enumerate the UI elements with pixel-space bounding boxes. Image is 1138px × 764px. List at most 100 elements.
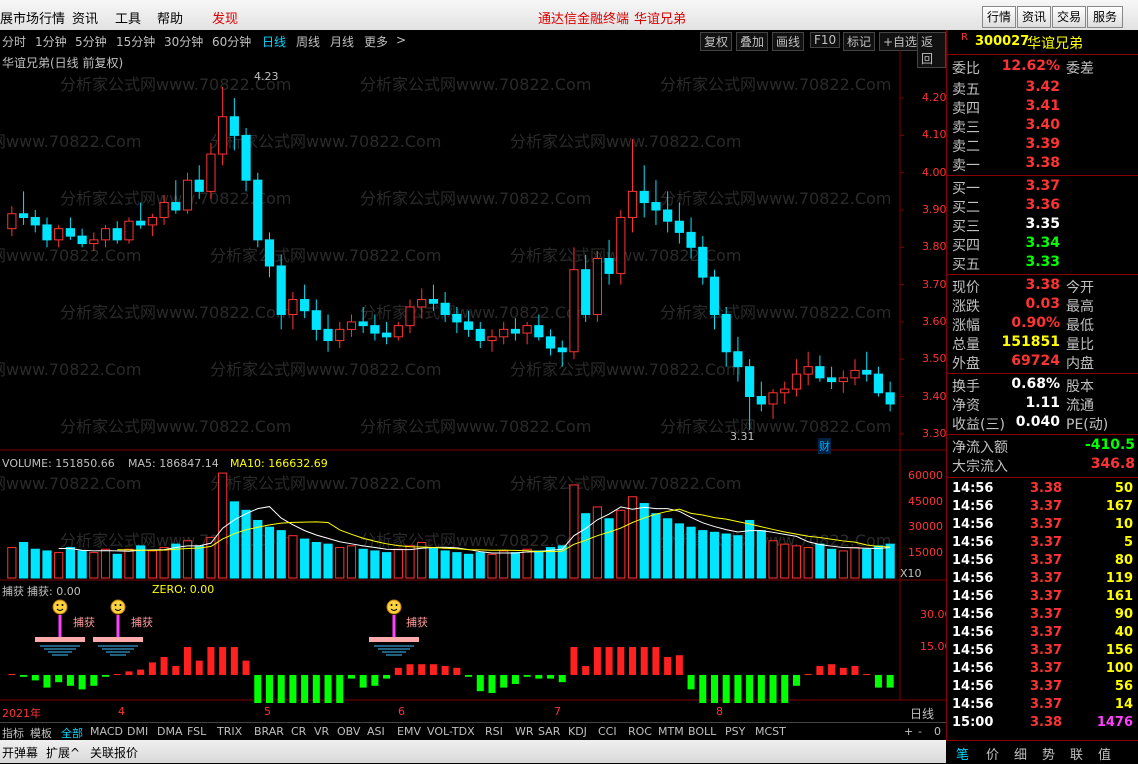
period-tab-active[interactable]: 日线 — [262, 33, 286, 50]
btn-service[interactable]: 服务 — [1087, 6, 1123, 28]
period-tab[interactable]: 月线 — [330, 33, 354, 50]
volume-bar — [745, 519, 755, 579]
danmu-toggle[interactable]: 开弹幕 — [2, 744, 38, 761]
tab-all[interactable]: 全部 — [61, 725, 83, 741]
volume-bar — [381, 552, 392, 579]
finance-badge[interactable]: 财 — [818, 438, 831, 454]
tool-fuquan[interactable]: 复权 — [700, 32, 733, 51]
tick-row: 14:56 3.37 167 — [952, 499, 1137, 517]
period-tab[interactable]: 5分钟 — [75, 33, 107, 50]
indicator-tab[interactable]: DMI — [127, 725, 148, 738]
indicator-tab[interactable]: MACD — [90, 725, 123, 738]
reset-zoom-button[interactable]: 0 — [934, 725, 941, 738]
zoom-out-button[interactable]: - — [918, 725, 922, 738]
expand-button[interactable]: 扩展^ — [46, 744, 80, 761]
menu-tools[interactable]: 工具 — [115, 8, 141, 27]
period-tab[interactable]: 周线 — [296, 33, 320, 50]
panel-tab[interactable]: 势 — [1042, 744, 1055, 763]
panel-tab[interactable]: 价 — [986, 744, 999, 763]
tick-time: 14:56 — [952, 643, 994, 658]
indicator-bar — [289, 675, 297, 703]
candle-body — [510, 328, 521, 334]
watermark-text: 分析家公式网www.70822.Com — [60, 303, 291, 322]
indicator-tab[interactable]: TRIX — [217, 725, 242, 738]
stat-value: 0.90% — [1011, 315, 1060, 331]
tick-time: 14:56 — [952, 679, 994, 694]
indicator-bar — [359, 675, 367, 688]
btn-info[interactable]: 资讯 — [1017, 6, 1051, 28]
indicator-tab[interactable]: MCST — [755, 725, 786, 738]
volume-bar — [311, 541, 321, 579]
xaxis-label: 5 — [264, 705, 271, 718]
watermark-text: 分析家公式网www.70822.Com — [210, 360, 441, 379]
xaxis-label: 7 — [554, 705, 561, 718]
indicator-tab[interactable]: DMA — [157, 725, 183, 738]
chevron-right-icon[interactable]: > — [396, 33, 406, 47]
period-tab[interactable]: 15分钟 — [116, 33, 155, 50]
period-tab-more[interactable]: 更多 — [364, 33, 388, 50]
tick-time: 14:56 — [952, 571, 994, 586]
period-tab[interactable]: 1分钟 — [35, 33, 67, 50]
zoom-in-button[interactable]: + — [904, 725, 913, 738]
indicator-tab[interactable]: OBV — [337, 725, 360, 738]
tick-volume: 100 — [1105, 661, 1133, 676]
candle-body — [171, 202, 181, 211]
volume-bar — [791, 545, 802, 579]
indicator-tab[interactable]: BRAR — [254, 725, 284, 738]
volume-bar — [475, 552, 485, 579]
candle-body — [709, 276, 720, 315]
period-tab[interactable]: 30分钟 — [164, 33, 203, 50]
menu-market[interactable]: 展市场行情 — [0, 8, 65, 27]
menu-news[interactable]: 资讯 — [72, 8, 98, 27]
panel-tab[interactable]: 值 — [1098, 744, 1111, 763]
tool-draw[interactable]: 画线 — [772, 32, 805, 51]
watermark-text: 分析家公式网www.70822.Com — [360, 531, 591, 550]
indicator-tab[interactable]: FSL — [187, 725, 206, 738]
indicator-tab[interactable]: VR — [314, 725, 329, 738]
watermark-text: 分析家公式网www.70822.Com — [360, 417, 591, 436]
tool-add-watchlist[interactable]: +自选 — [879, 32, 922, 51]
indicator-tab[interactable]: VOL-TDX — [427, 725, 475, 738]
indicator-tab[interactable]: PSY — [725, 725, 745, 738]
panel-tab[interactable]: 联 — [1070, 744, 1083, 763]
related-quotes[interactable]: 关联报价 — [90, 744, 138, 761]
indicator-tab[interactable]: CR — [291, 725, 306, 738]
stat-label-2: 流通 — [1066, 398, 1094, 414]
period-tab[interactable]: 60分钟 — [212, 33, 251, 50]
volume-bar — [323, 543, 333, 579]
indicator-tab[interactable]: CCI — [598, 725, 617, 738]
btn-quote[interactable]: 行情 — [982, 6, 1016, 28]
yaxis-price-label: 4.00 — [922, 165, 947, 179]
menu-discover[interactable]: 发现 — [212, 8, 238, 27]
panel-tab[interactable]: 笔 — [956, 744, 969, 763]
indicator-tab[interactable]: WR — [515, 725, 534, 738]
indicator-tab[interactable]: SAR — [538, 725, 560, 738]
panel-tab[interactable]: 细 — [1014, 744, 1027, 763]
indicator-tab[interactable]: MTM — [658, 725, 684, 738]
tool-f10[interactable]: F10 — [810, 32, 841, 48]
watermark-text: 分析家公式网www.70822.Com — [210, 474, 441, 493]
tick-row: 14:56 3.37 100 — [952, 661, 1137, 679]
tab-indicator[interactable]: 指标 — [2, 725, 24, 741]
tool-overlay[interactable]: 叠加 — [736, 32, 769, 51]
indicator-tab[interactable]: ASI — [367, 725, 385, 738]
indicator-tab[interactable]: BOLL — [688, 725, 716, 738]
candle-body — [780, 388, 790, 394]
candle-body — [545, 336, 556, 349]
indicator-tab[interactable]: EMV — [397, 725, 421, 738]
btn-trade[interactable]: 交易 — [1052, 6, 1086, 28]
period-tab[interactable]: 分时 — [2, 33, 26, 50]
menu-help[interactable]: 帮助 — [157, 8, 183, 27]
tab-template[interactable]: 模板 — [30, 725, 52, 741]
indicator-tab[interactable]: KDJ — [568, 725, 587, 738]
indicator-tab[interactable]: ROC — [628, 725, 652, 738]
watermark-text: 分析家公式网www.70822.Com — [660, 75, 891, 94]
candle-body — [206, 153, 216, 192]
volume-bar — [733, 535, 743, 579]
candle-body — [803, 366, 813, 375]
tool-mark[interactable]: 标记 — [843, 32, 876, 51]
volume-bar — [463, 553, 474, 579]
candle-body — [604, 258, 614, 274]
indicator-tab[interactable]: RSI — [485, 725, 503, 738]
indicator-bar — [406, 664, 414, 675]
